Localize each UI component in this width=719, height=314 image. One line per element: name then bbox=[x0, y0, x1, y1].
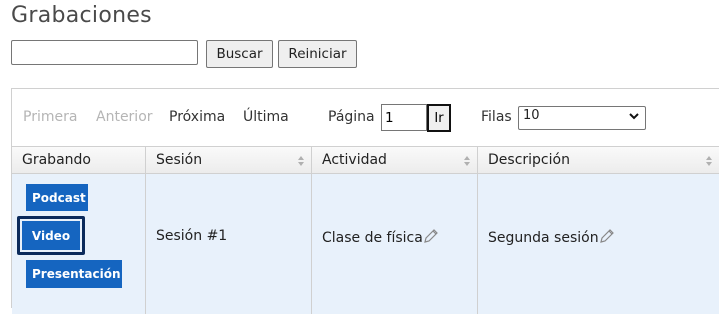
rows-per-page-select[interactable]: 10 bbox=[518, 106, 646, 130]
page-label: Página bbox=[328, 109, 375, 125]
column-header-description[interactable]: Descripción bbox=[478, 147, 719, 174]
chevron-down-icon bbox=[628, 110, 640, 125]
column-header-activity[interactable]: Actividad bbox=[312, 147, 478, 174]
recording-cell: Podcast Video Presentación bbox=[12, 174, 146, 314]
pagination-bar: Primera Anterior Próxima Última Página I… bbox=[12, 89, 719, 146]
pencil-icon[interactable] bbox=[423, 228, 439, 244]
activity-cell: Clase de física bbox=[312, 174, 478, 314]
column-header-session[interactable]: Sesión bbox=[146, 147, 312, 174]
activity-value: Clase de física bbox=[322, 230, 423, 246]
description-cell: Segunda sesión bbox=[478, 174, 719, 314]
session-cell: Sesión #1 bbox=[146, 174, 312, 314]
description-value: Segunda sesión bbox=[488, 230, 599, 246]
pencil-icon[interactable] bbox=[599, 228, 615, 244]
rows-label: Filas bbox=[481, 109, 512, 125]
reset-button[interactable]: Reiniciar bbox=[278, 40, 357, 68]
video-button[interactable]: Video bbox=[22, 221, 80, 250]
first-page-link[interactable]: Primera bbox=[23, 109, 77, 125]
last-page-link[interactable]: Última bbox=[243, 109, 289, 125]
search-input[interactable] bbox=[11, 40, 198, 65]
page-title: Grabaciones bbox=[11, 3, 152, 28]
rows-per-page-value: 10 bbox=[523, 108, 540, 123]
table-header: Grabando Sesión Actividad Descripción bbox=[12, 146, 719, 174]
page-number-input[interactable] bbox=[381, 104, 427, 131]
presentation-button[interactable]: Presentación bbox=[26, 260, 122, 288]
podcast-button[interactable]: Podcast bbox=[26, 184, 88, 211]
go-button[interactable]: Ir bbox=[427, 104, 451, 132]
search-button[interactable]: Buscar bbox=[206, 40, 273, 68]
sort-icon bbox=[464, 156, 470, 166]
table-row[interactable]: Podcast Video Presentación Sesión #1 Cla… bbox=[12, 174, 719, 314]
sort-icon bbox=[706, 156, 712, 166]
sort-icon bbox=[298, 156, 304, 166]
next-page-link[interactable]: Próxima bbox=[169, 109, 225, 125]
previous-page-link[interactable]: Anterior bbox=[96, 109, 153, 125]
session-value: Sesión #1 bbox=[156, 228, 228, 244]
recordings-panel: Primera Anterior Próxima Última Página I… bbox=[11, 88, 719, 314]
column-header-recording[interactable]: Grabando bbox=[12, 147, 146, 174]
